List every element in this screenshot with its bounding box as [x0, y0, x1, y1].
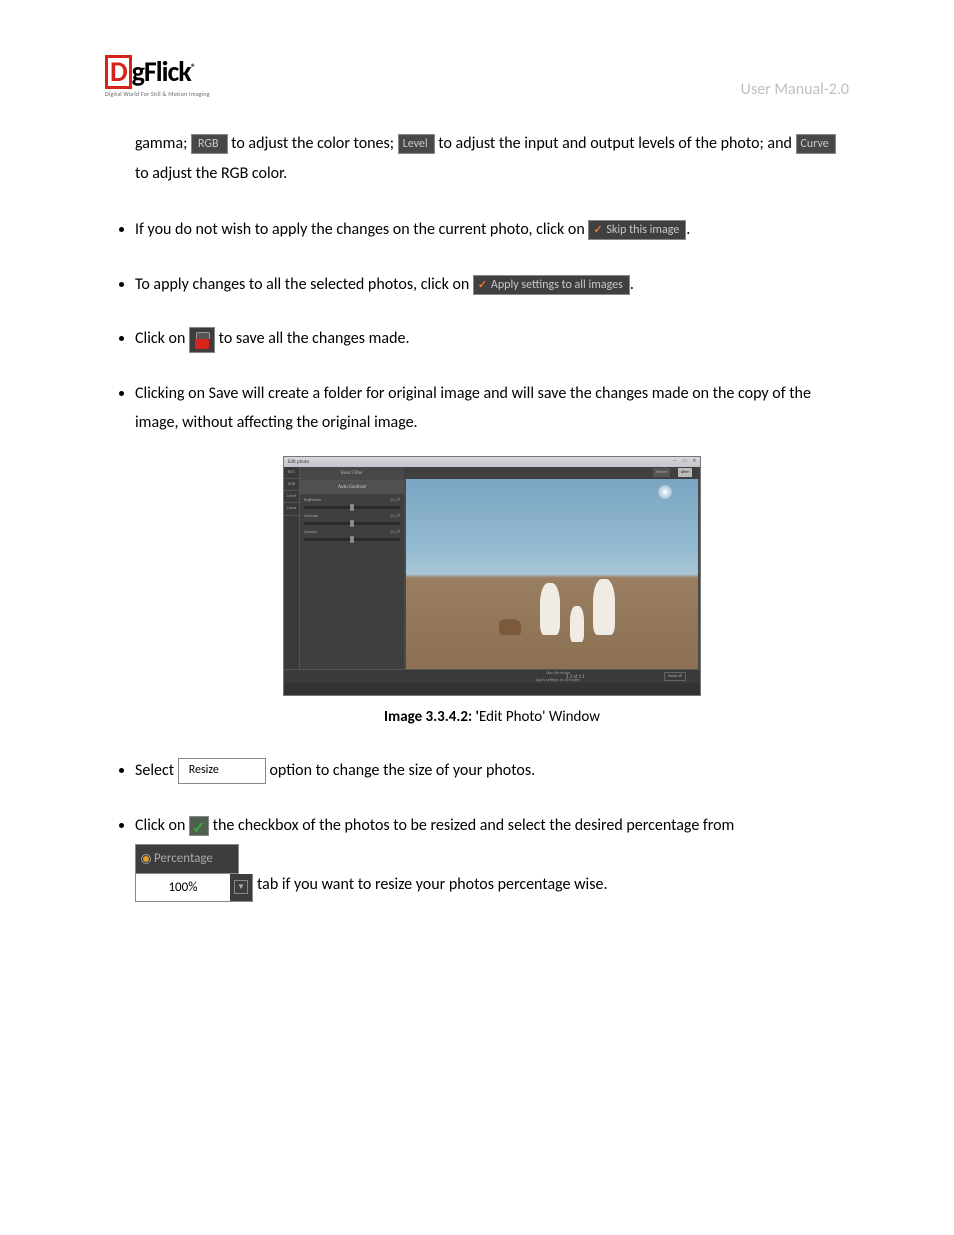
preview-image: [406, 479, 698, 669]
curve-button[interactable]: Curve: [796, 134, 836, 154]
bottom-bar: Skip this image Apply settings to all im…: [284, 669, 700, 683]
text-fragment: .: [686, 220, 690, 239]
reset-button: Reset all: [664, 672, 686, 681]
button-label: Skip this image: [606, 223, 679, 237]
list-item: Select Resize option to change the size …: [135, 757, 849, 786]
slider-label: Gamma: [304, 529, 317, 536]
preview-topbar: Before After: [404, 467, 700, 479]
skip-this-image-button[interactable]: Skip this image: [588, 220, 686, 240]
text-fragment: If you do not wish to apply the changes …: [135, 220, 585, 239]
text-fragment: To apply changes to all the selected pho…: [135, 275, 469, 294]
chevron-down-icon: ▼: [234, 880, 248, 894]
pager: 1 1 of 1 1: [566, 673, 585, 682]
edit-photo-screenshot: Edit photo —▭✕ BCG RGB Level Curve Basic…: [283, 456, 701, 696]
list-item: To apply changes to all the selected pho…: [135, 271, 849, 300]
resize-option-button[interactable]: Resize: [178, 758, 266, 784]
page-header: DgFlick® Digital World For Still & Motio…: [105, 55, 849, 99]
list-item: If you do not wish to apply the changes …: [135, 216, 849, 245]
bullet-list: If you do not wish to apply the changes …: [105, 216, 849, 902]
list-item: Clicking on Save will create a folder fo…: [135, 380, 849, 731]
left-nav: BCG RGB Level Curve: [284, 467, 300, 683]
caption-rest: Edit Photo' Window: [479, 708, 600, 726]
nav-item: Level: [284, 491, 299, 503]
window-titlebar: Edit photo: [284, 457, 700, 467]
text-fragment: Click on: [135, 329, 189, 348]
text-fragment: the checkbox of the photos to be resized…: [213, 816, 735, 835]
save-icon[interactable]: [189, 327, 215, 353]
radio-icon: [141, 854, 151, 864]
checkbox-icon[interactable]: [189, 816, 209, 836]
filter-panel: Basic Filter Auto Contrast Brightness0 ▯…: [300, 467, 404, 683]
slider-label: Brightness: [304, 497, 321, 504]
rgb-button[interactable]: RGB: [191, 134, 228, 154]
text-fragment: .: [630, 275, 634, 294]
logo-text: DgFlick®: [105, 55, 210, 89]
percentage-value[interactable]: 100%: [136, 874, 230, 901]
before-tab: Before: [653, 468, 670, 477]
text-fragment: gamma;: [135, 134, 191, 153]
level-button[interactable]: Level: [398, 134, 435, 154]
window-controls: —▭✕: [671, 457, 698, 464]
text-fragment: to adjust the color tones;: [231, 134, 398, 153]
text-fragment: option to change the size of your photos…: [269, 761, 535, 780]
apply-to-all-button[interactable]: Apply settings to all images: [473, 275, 630, 295]
nav-item: RGB: [284, 479, 299, 491]
text-fragment: Select: [135, 761, 178, 780]
logo-tagline: Digital World For Still & Motion Imaging: [105, 90, 210, 98]
text-fragment: Clicking on Save will create a folder fo…: [135, 384, 811, 432]
percentage-radio[interactable]: Percentage: [135, 844, 239, 873]
figure-caption: Image 3.3.4.2: 'Edit Photo' Window: [135, 704, 849, 731]
status-bar: [284, 683, 700, 695]
text-fragment: to adjust the input and output levels of…: [438, 134, 795, 153]
slider-label: Contrast: [304, 513, 318, 520]
after-tab: After: [678, 468, 692, 477]
caption-bold: Image 3.3.4.2: ': [384, 708, 479, 726]
text-fragment: to save all the changes made.: [219, 329, 410, 348]
panel-subtab: Auto Contrast: [300, 481, 404, 494]
figure: Edit photo —▭✕ BCG RGB Level Curve Basic…: [135, 456, 849, 731]
panel-tab: Basic Filter: [300, 467, 404, 481]
percentage-label: Percentage: [154, 851, 213, 866]
button-label: Apply settings to all images: [491, 278, 623, 292]
header-right-text: User Manual-2.0: [741, 80, 849, 99]
text-fragment: tab if you want to resize your photos pe…: [257, 871, 607, 902]
list-item: Click on the checkbox of the photos to b…: [135, 812, 849, 903]
logo: DgFlick® Digital World For Still & Motio…: [105, 55, 210, 98]
check-icon: [593, 225, 603, 235]
dropdown-button[interactable]: ▼: [230, 874, 252, 901]
list-item: Click on to save all the changes made.: [135, 325, 849, 354]
nav-item: BCG: [284, 467, 299, 479]
check-icon: [478, 280, 488, 290]
text-fragment: Click on: [135, 816, 189, 835]
text-fragment: to adjust the RGB color.: [135, 164, 287, 183]
nav-item: Curve: [284, 503, 299, 515]
continuation-paragraph: gamma; RGB to adjust the color tones; Le…: [105, 129, 849, 190]
percentage-control[interactable]: Percentage 100% ▼: [135, 844, 253, 902]
